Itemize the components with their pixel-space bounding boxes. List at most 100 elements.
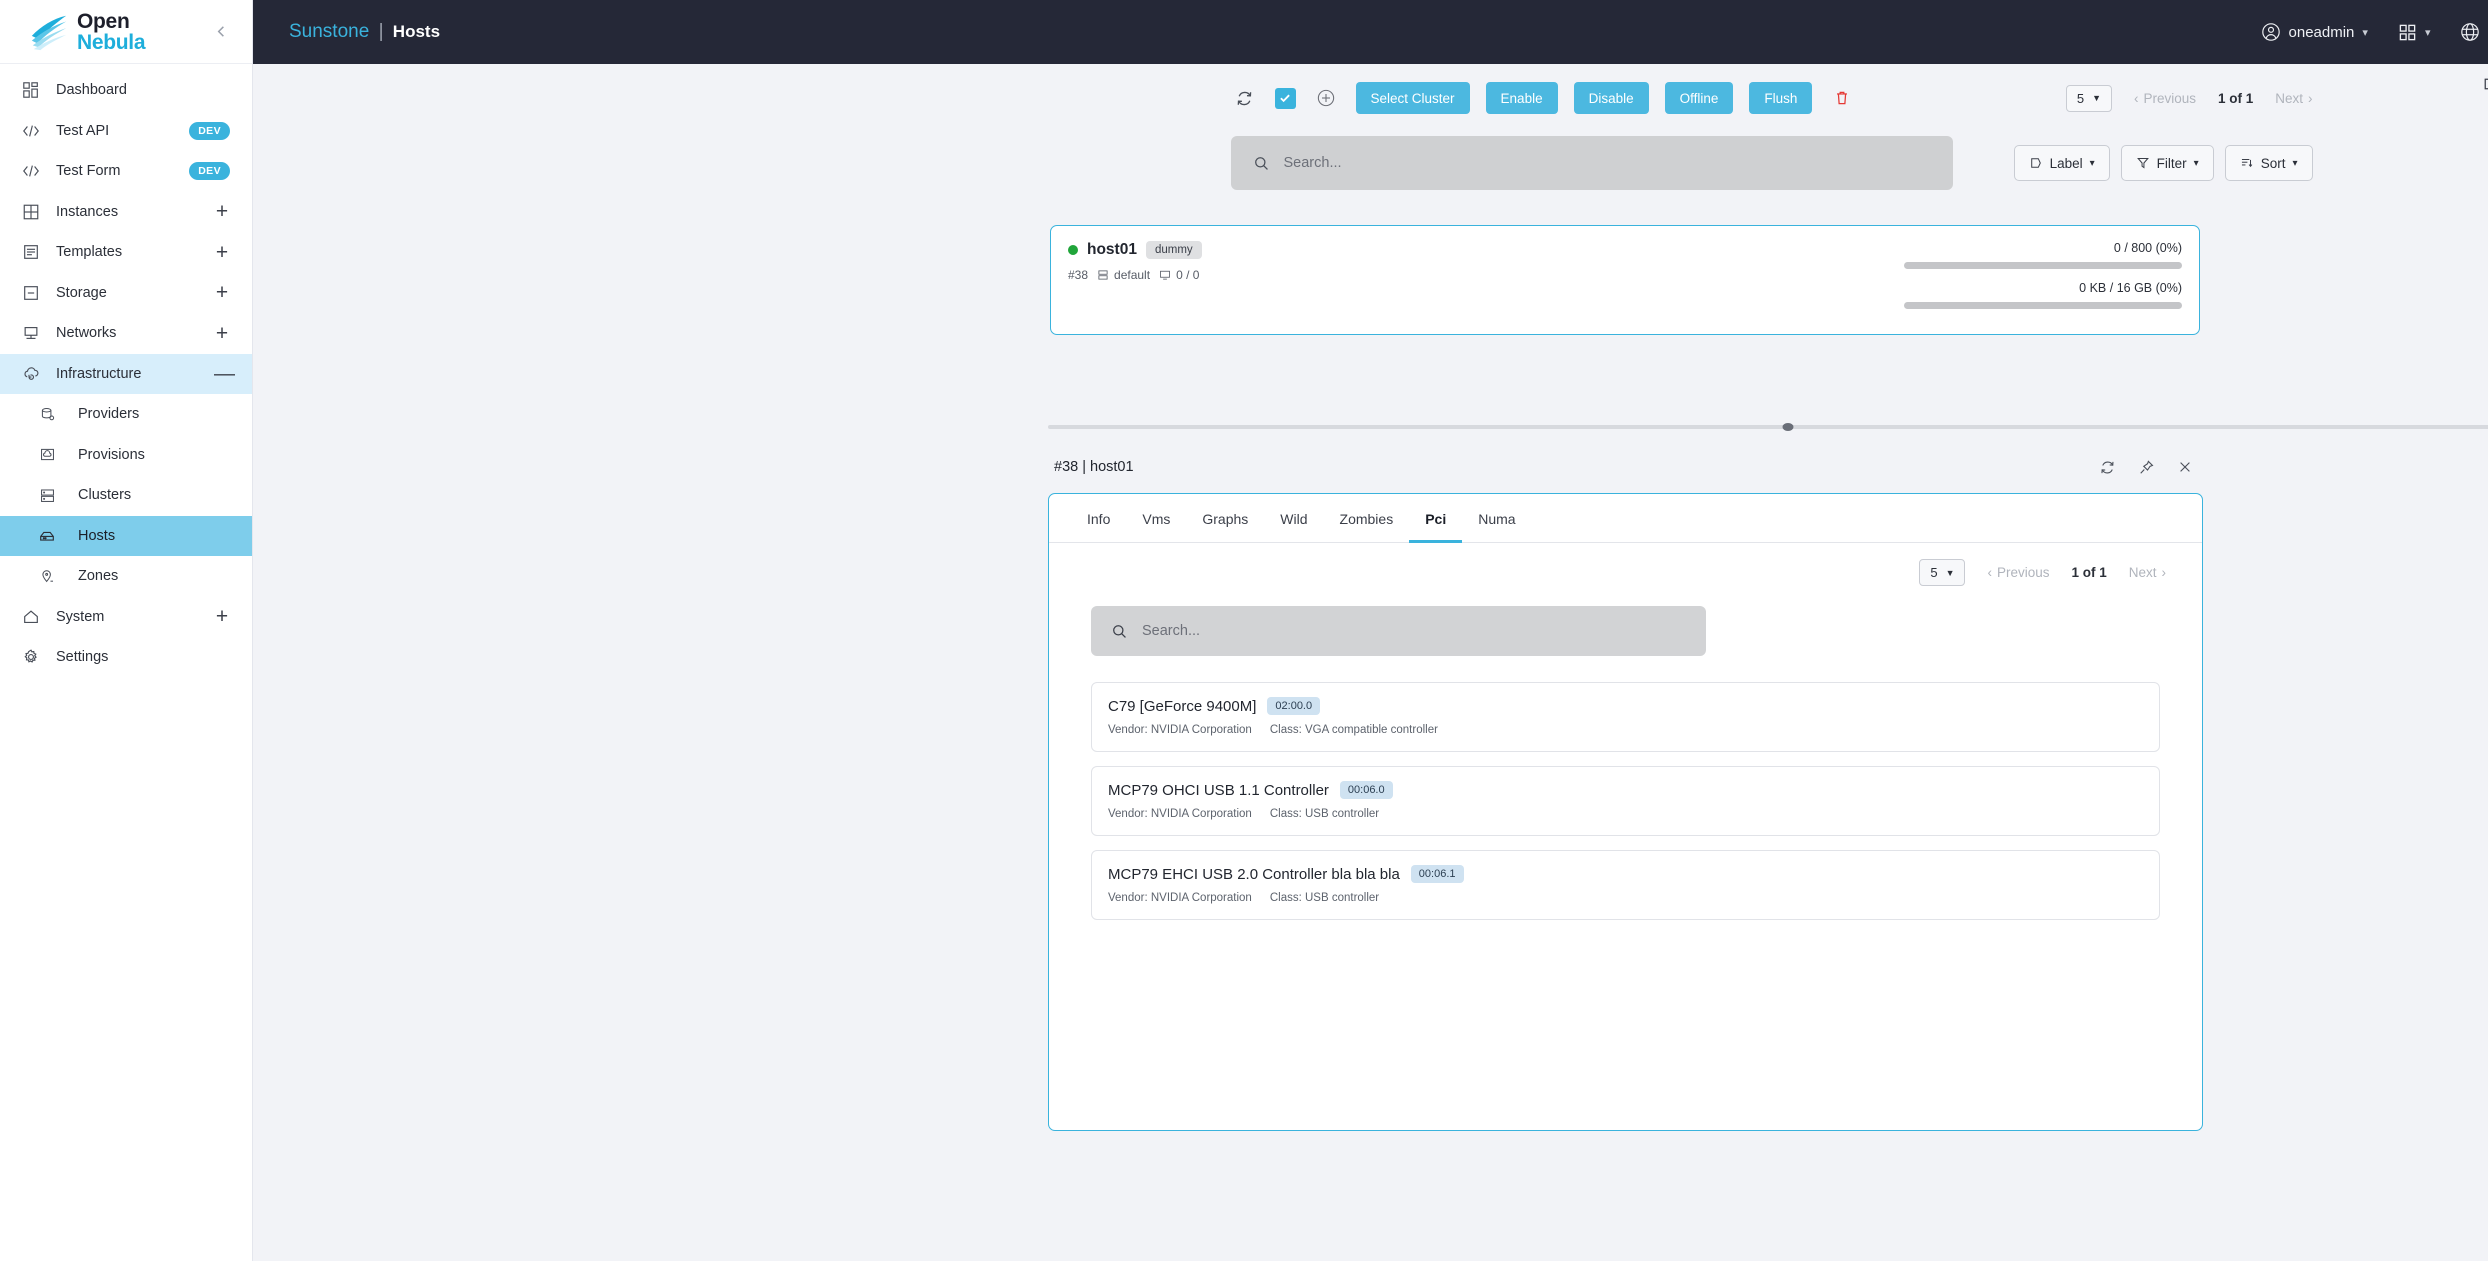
search-input[interactable]: Search...	[1230, 136, 1953, 190]
sidebar-item-settings[interactable]: Settings	[0, 637, 252, 678]
expand-storage-button[interactable]: +	[214, 282, 230, 303]
cluster-icon	[1097, 269, 1109, 281]
pci-device-class: Class: USB controller	[1269, 892, 1380, 904]
opennebula-logo: Open Nebula	[28, 11, 146, 53]
sidebar-item-label: Test API	[56, 122, 110, 139]
chevron-down-icon: ▼	[1945, 567, 1955, 578]
sidebar-item-clusters[interactable]: Clusters	[0, 475, 252, 516]
dev-badge: DEV	[189, 121, 230, 140]
cloud-sync-icon	[14, 364, 48, 383]
host-id: #38	[1068, 268, 1089, 282]
sidebar-item-infrastructure[interactable]: Infrastructure —	[0, 353, 252, 394]
pin-detail-button[interactable]	[2138, 459, 2155, 476]
tab-numa[interactable]: Numa	[1462, 494, 1531, 543]
hosts-pagination: 5 ▼ ‹ Previous 1 of 1 Next ›	[2065, 84, 2313, 112]
host-metrics: 0 / 800 (0%) 0 KB / 16 GB (0%)	[1904, 241, 2182, 318]
pci-device-vendor: Vendor: NVIDIA Corporation	[1108, 892, 1252, 904]
refresh-detail-button[interactable]	[2099, 459, 2116, 476]
select-cluster-button[interactable]: Select Cluster	[1355, 82, 1470, 114]
user-menu[interactable]: oneadmin ▾	[2261, 22, 2368, 42]
sidebar-item-test-form[interactable]: Test Form DEV	[0, 151, 252, 192]
pci-device-row[interactable]: C79 [GeForce 9400M] 02:00.0 Vendor: NVID…	[1091, 682, 2160, 752]
select-all-checkbox[interactable]	[1274, 87, 1296, 109]
sidebar-item-system[interactable]: System +	[0, 597, 252, 638]
sidebar-item-networks[interactable]: Networks +	[0, 313, 252, 354]
sidebar-item-templates[interactable]: Templates +	[0, 232, 252, 273]
expand-templates-button[interactable]: +	[214, 242, 230, 263]
collapse-infrastructure-button[interactable]: —	[214, 363, 235, 384]
language-menu[interactable]: ▾	[2460, 22, 2488, 42]
pci-device-vendor: Vendor: NVIDIA Corporation	[1108, 808, 1252, 820]
apps-menu[interactable]: ▾	[2398, 23, 2430, 42]
host-detail-pane: #38 | host01 Info Vms Graphs Wild Zombie…	[1048, 451, 2203, 1131]
pci-device-row[interactable]: MCP79 EHCI USB 2.0 Controller bla bla bl…	[1091, 850, 2160, 920]
user-name: oneadmin	[2288, 23, 2355, 41]
refresh-button[interactable]	[1231, 84, 1259, 112]
hosts-list-pane: Select Cluster Enable Disable Offline Fl…	[253, 64, 2488, 1131]
open-in-new-window-button[interactable]	[2482, 74, 2488, 92]
sidebar-item-label: Infrastructure	[56, 365, 142, 382]
previous-page-button[interactable]: ‹ Previous	[2134, 91, 2196, 106]
memory-usage-bar	[1904, 302, 2182, 309]
sidebar-item-zones[interactable]: Zones	[0, 556, 252, 597]
next-page-button[interactable]: Next ›	[2275, 91, 2312, 106]
pci-pagination: 5 ▼ ‹ Previous 1 of 1 Next ›	[1071, 559, 2180, 586]
tab-wild[interactable]: Wild	[1264, 494, 1323, 543]
expand-system-button[interactable]: +	[214, 606, 230, 627]
delete-button[interactable]	[1828, 84, 1856, 112]
pci-search-input[interactable]: Search...	[1091, 606, 1706, 656]
sidebar-item-label: Instances	[56, 203, 119, 220]
host-info: host01 dummy #38 default 0 / 0	[1068, 241, 1202, 318]
sidebar-item-label: Templates	[56, 244, 123, 261]
networks-icon	[14, 324, 48, 342]
filter-buttons: Label ▾ Filter ▾ Sort ▾	[2013, 145, 2313, 181]
sidebar-item-instances[interactable]: Instances +	[0, 192, 252, 233]
expand-instances-button[interactable]: +	[214, 201, 230, 222]
pane-resize-handle[interactable]	[1048, 423, 2488, 431]
topbar-actions: oneadmin ▾ ▾	[2261, 22, 2488, 42]
flush-button[interactable]: Flush	[1749, 82, 1813, 114]
pci-device-class: Class: USB controller	[1269, 808, 1380, 820]
expand-networks-button[interactable]: +	[214, 323, 230, 344]
close-detail-button[interactable]	[2177, 459, 2193, 475]
disable-button[interactable]: Disable	[1573, 82, 1649, 114]
per-page-select[interactable]: 5 ▼	[2065, 84, 2112, 112]
label-filter-button[interactable]: Label ▾	[2013, 145, 2110, 181]
tab-pci[interactable]: Pci	[1409, 494, 1463, 543]
storage-icon	[14, 284, 48, 302]
previous-label: Previous	[2143, 90, 2196, 106]
sidebar-item-label: Providers	[78, 406, 140, 423]
host-row-host01[interactable]: host01 dummy #38 default 0 / 0 0 / 800 (…	[1050, 225, 2200, 335]
page-title: Sunstone | Hosts	[289, 21, 440, 43]
sidebar-collapse-button[interactable]	[208, 19, 234, 45]
sort-button[interactable]: Sort ▾	[2224, 145, 2313, 181]
pci-device-header: MCP79 EHCI USB 2.0 Controller bla bla bl…	[1108, 865, 2143, 883]
host-type-badge: dummy	[1145, 241, 1202, 259]
sidebar-item-providers[interactable]: Providers	[0, 394, 252, 435]
add-host-button[interactable]	[1312, 84, 1340, 112]
sidebar-item-hosts[interactable]: Hosts	[0, 515, 252, 556]
per-page-value: 5	[2076, 90, 2085, 106]
pci-previous-label: Previous	[1996, 565, 2050, 580]
pci-per-page-select[interactable]: 5 ▼	[1919, 559, 1966, 586]
resize-knob-icon	[1782, 423, 1794, 431]
detail-title: #38 | host01	[1054, 459, 1134, 475]
pci-previous-button[interactable]: ‹ Previous	[1987, 565, 2049, 580]
enable-button[interactable]: Enable	[1485, 82, 1558, 114]
pci-device-row[interactable]: MCP79 OHCI USB 1.1 Controller 00:06.0 Ve…	[1091, 766, 2160, 836]
tab-vms[interactable]: Vms	[1126, 494, 1186, 543]
offline-button[interactable]: Offline	[1664, 82, 1734, 114]
sidebar-item-storage[interactable]: Storage +	[0, 273, 252, 314]
pci-next-button[interactable]: Next ›	[2129, 565, 2166, 580]
user-circle-icon	[2261, 22, 2281, 42]
pci-search-placeholder: Search...	[1142, 623, 1201, 639]
filter-button[interactable]: Filter ▾	[2120, 145, 2214, 181]
sidebar-item-dashboard[interactable]: Dashboard	[0, 70, 252, 111]
dev-badge: DEV	[189, 162, 230, 181]
tab-info[interactable]: Info	[1071, 494, 1126, 543]
sidebar-item-test-api[interactable]: Test API DEV	[0, 111, 252, 152]
sidebar-item-provisions[interactable]: Provisions	[0, 435, 252, 476]
tab-graphs[interactable]: Graphs	[1186, 494, 1264, 543]
main-area: Sunstone | Hosts oneadmin ▾ ▾ Select Clu…	[253, 0, 2488, 1261]
tab-zombies[interactable]: Zombies	[1324, 494, 1410, 543]
